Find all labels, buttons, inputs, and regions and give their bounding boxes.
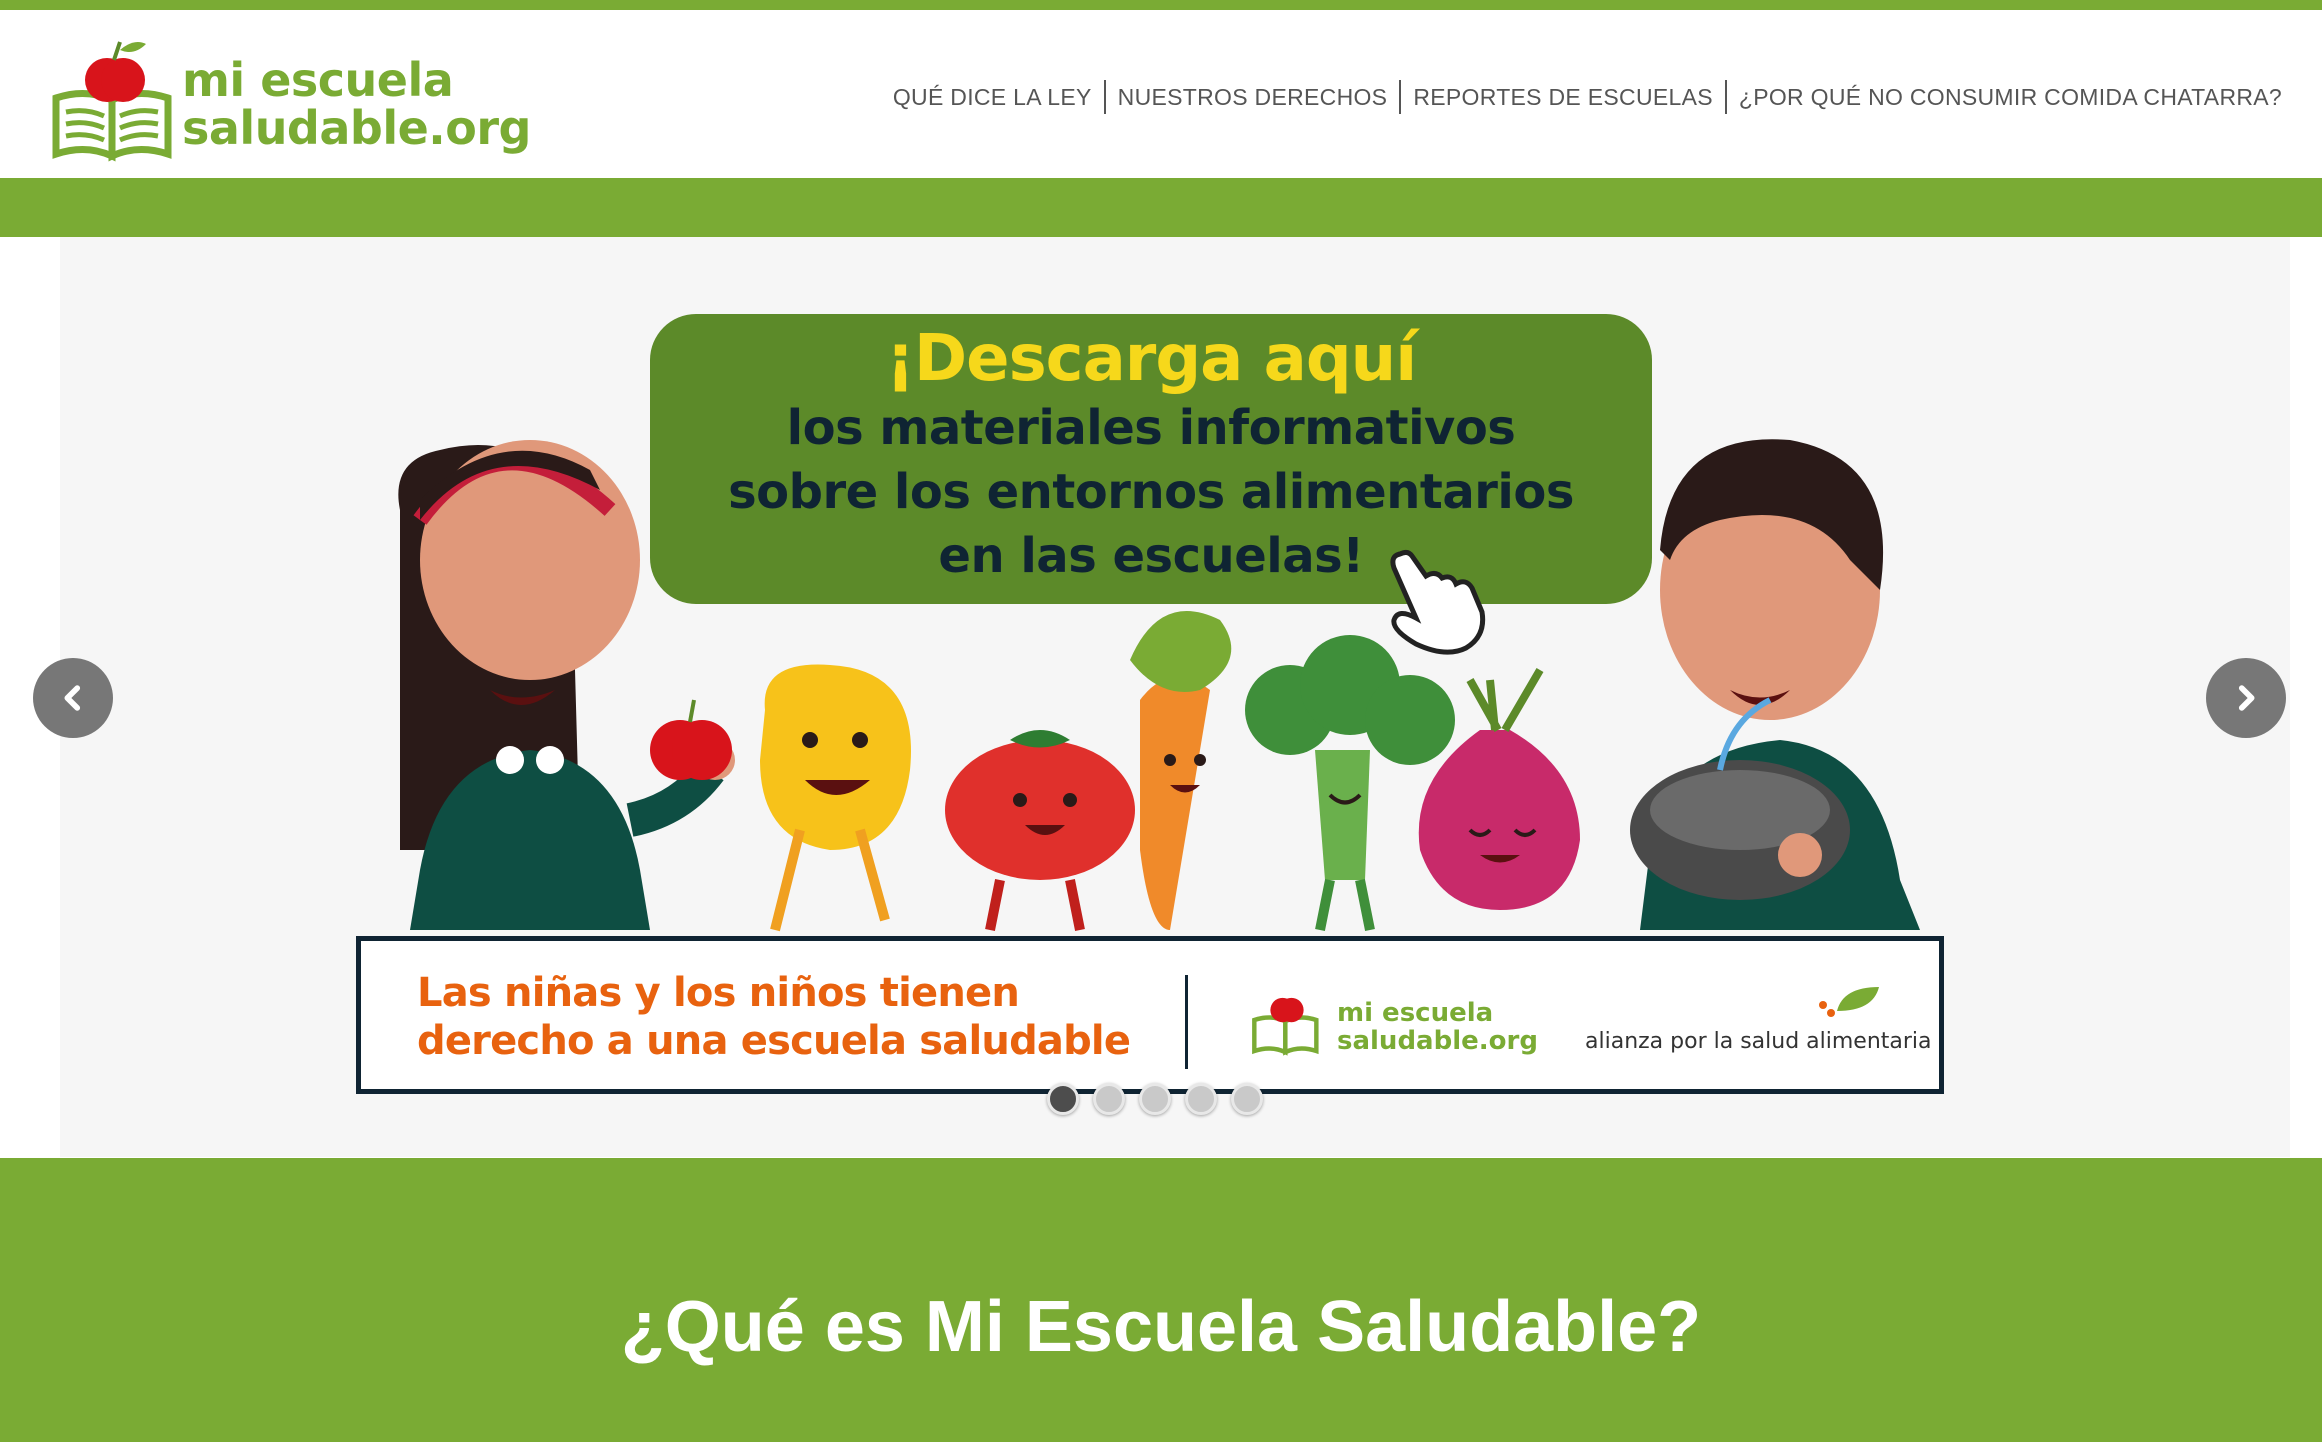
logo-text: mi escuela saludable.org [182, 53, 532, 155]
header-green-band [0, 178, 2322, 237]
about-section: ¿Qué es Mi Escuela Saludable? [0, 1158, 2322, 1442]
banner-divider [1185, 975, 1188, 1069]
main-nav: QUÉ DICE LA LEY NUESTROS DERECHOS REPORT… [881, 80, 2294, 114]
page: mi escuela saludable.org QUÉ DICE LA LEY… [0, 0, 2322, 1442]
site-header: mi escuela saludable.org QUÉ DICE LA LEY… [0, 10, 2322, 178]
slide-footer-banner: Las niñas y los niños tienen derecho a u… [356, 936, 1944, 1094]
alianza-leaf-icon [1819, 987, 1879, 1017]
slider-next-button[interactable] [2206, 658, 2286, 738]
carrot-character [1130, 611, 1232, 930]
mini-logo-line-2: saludable.org [1337, 1026, 1538, 1056]
book-apple-icon [52, 41, 172, 162]
girl-illustration [398, 440, 735, 930]
slider-dot-2[interactable] [1093, 1083, 1125, 1115]
chevron-right-icon [2238, 685, 2255, 711]
slider-prev-button[interactable] [33, 658, 113, 738]
partner-name: alianza por la salud alimentaria [1585, 1029, 1932, 1054]
chevron-left-icon [64, 685, 81, 711]
apple-character [650, 699, 732, 780]
tomato-character [945, 730, 1135, 931]
mini-book-apple-icon [1252, 997, 1319, 1056]
logo-line-1: mi escuela [182, 53, 454, 107]
slider-pagination [1047, 1083, 1263, 1115]
boy-illustration [1630, 439, 1920, 930]
broccoli-character [1245, 635, 1455, 931]
slider-dot-5[interactable] [1231, 1083, 1263, 1115]
mini-logo-text: mi escuela saludable.org [1337, 999, 1538, 1055]
slide-illustration [398, 439, 1920, 932]
logo-line-2: saludable.org [182, 101, 532, 155]
pointing-hand-icon [1390, 549, 1486, 655]
site-logo[interactable]: mi escuela saludable.org [50, 28, 532, 168]
nav-item-nuestros-derechos[interactable]: NUESTROS DERECHOS [1106, 84, 1400, 111]
nav-item-que-dice-la-ley[interactable]: QUÉ DICE LA LEY [881, 84, 1104, 111]
nav-item-reportes-de-escuelas[interactable]: REPORTES DE ESCUELAS [1401, 84, 1725, 111]
top-accent-line [0, 0, 2322, 10]
mini-logo-line-1: mi escuela [1337, 998, 1494, 1028]
slider-dot-1[interactable] [1047, 1083, 1079, 1115]
slider-dot-3[interactable] [1139, 1083, 1171, 1115]
nav-item-comida-chatarra[interactable]: ¿POR QUÉ NO CONSUMIR COMIDA CHATARRA? [1727, 84, 2294, 111]
slide-headline: ¡Descarga aquí [885, 322, 1417, 396]
slogan-line-2: derecho a una escuela saludable [417, 1018, 1131, 1064]
slogan: Las niñas y los niños tienen derecho a u… [417, 969, 1131, 1065]
section-title: ¿Qué es Mi Escuela Saludable? [620, 1287, 1702, 1367]
slogan-line-1: Las niñas y los niños tienen [417, 970, 1020, 1016]
pepper-character [760, 664, 911, 932]
slider-dot-4[interactable] [1185, 1083, 1217, 1115]
